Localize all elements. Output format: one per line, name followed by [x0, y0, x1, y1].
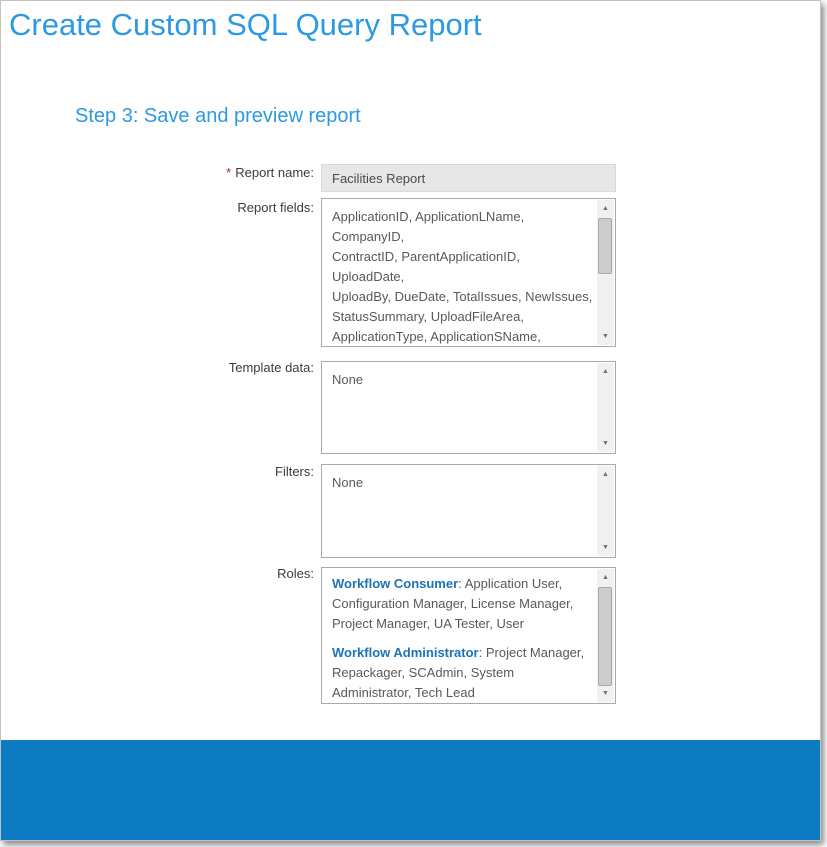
template-data-label: Template data:: [61, 360, 314, 375]
scrollbar-thumb[interactable]: [598, 218, 612, 274]
role-group-name: Workflow Administrator: [332, 645, 479, 660]
report-fields-scrollbar[interactable]: ▲ ▼: [597, 200, 614, 345]
role-group: Workflow Administrator: Project Manager,…: [332, 643, 594, 703]
scrollbar-thumb[interactable]: [598, 587, 612, 686]
template-data-box[interactable]: None ▲ ▼: [321, 361, 616, 454]
roles-box[interactable]: Workflow Consumer: Application User, Con…: [321, 567, 616, 704]
report-name-input[interactable]: [321, 164, 616, 192]
template-data-value: None: [322, 362, 598, 453]
role-group-name: Workflow Consumer: [332, 576, 458, 591]
scroll-up-icon[interactable]: ▲: [597, 363, 614, 380]
scroll-up-icon[interactable]: ▲: [597, 466, 614, 483]
page-title: Create Custom SQL Query Report: [9, 7, 482, 43]
report-name-label: * Report name:: [61, 165, 314, 180]
filters-box[interactable]: None ▲ ▼: [321, 464, 616, 558]
filters-scrollbar[interactable]: ▲ ▼: [597, 466, 614, 556]
scroll-down-icon[interactable]: ▼: [597, 685, 614, 702]
report-fields-box[interactable]: ApplicationID, ApplicationLName, Company…: [321, 198, 616, 347]
scroll-up-icon[interactable]: ▲: [597, 200, 614, 217]
required-marker: *: [226, 165, 231, 180]
scroll-up-icon[interactable]: ▲: [597, 569, 614, 586]
page-container: Create Custom SQL Query Report Step 3: S…: [0, 0, 821, 841]
step-heading: Step 3: Save and preview report: [75, 105, 361, 128]
role-separator: :: [479, 645, 486, 660]
scroll-down-icon[interactable]: ▼: [597, 539, 614, 556]
report-fields-value: ApplicationID, ApplicationLName, Company…: [322, 199, 598, 346]
report-name-label-text: Report name:: [235, 165, 314, 180]
role-group: Workflow Consumer: Application User, Con…: [332, 574, 594, 634]
scroll-down-icon[interactable]: ▼: [597, 435, 614, 452]
report-fields-label: Report fields:: [61, 200, 314, 215]
filters-value: None: [322, 465, 598, 557]
scroll-down-icon[interactable]: ▼: [597, 328, 614, 345]
filters-label: Filters:: [61, 464, 314, 479]
roles-scrollbar[interactable]: ▲ ▼: [597, 569, 614, 702]
template-data-scrollbar[interactable]: ▲ ▼: [597, 363, 614, 452]
footer-bar: Previous Save and preview: [1, 740, 820, 840]
roles-label: Roles:: [61, 566, 314, 581]
